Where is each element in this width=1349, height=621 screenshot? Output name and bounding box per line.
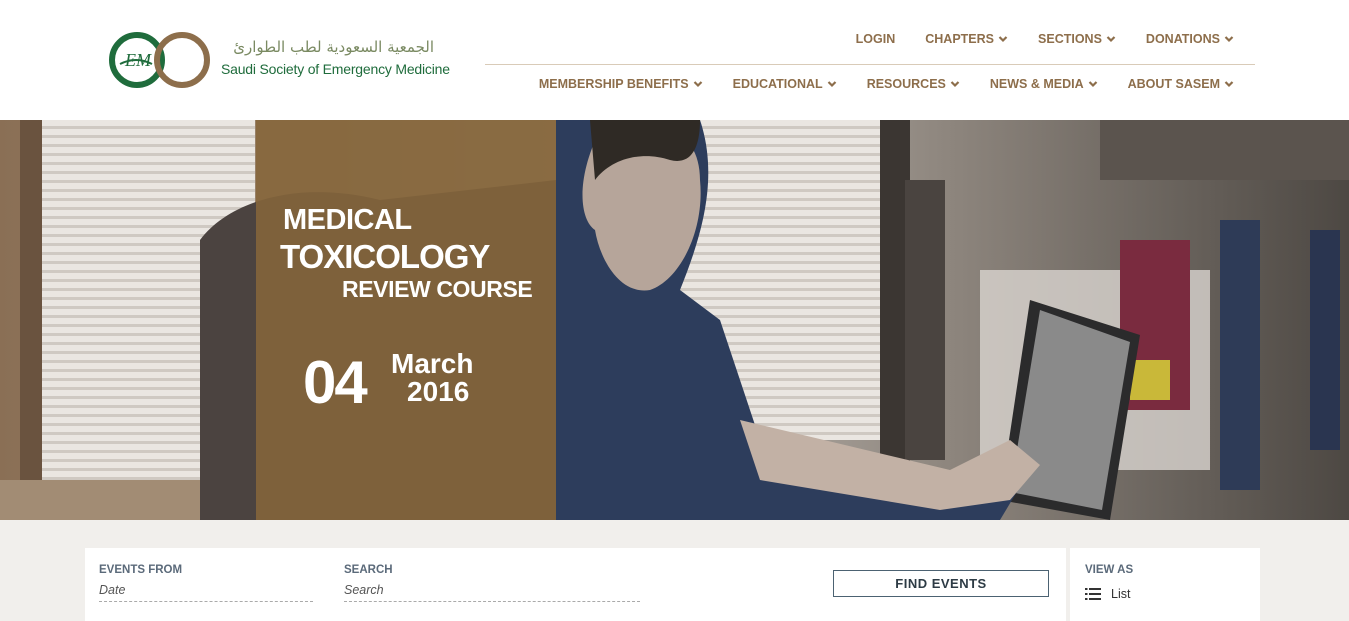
nav-resources[interactable]: RESOURCES (837, 77, 960, 91)
nav-login-label: LOGIN (855, 32, 896, 46)
logo-mark-text: EM (124, 50, 152, 70)
nav-sections-label: SECTIONS (1038, 32, 1102, 46)
nav-sections[interactable]: SECTIONS (1008, 32, 1116, 46)
nav-about-sasem[interactable]: ABOUT SASEM (1098, 77, 1234, 91)
nav-membership-benefits[interactable]: MEMBERSHIP BENEFITS (509, 77, 703, 91)
nav-login[interactable]: LOGIN (826, 32, 896, 46)
nav-news-media[interactable]: NEWS & MEDIA (960, 77, 1098, 91)
events-from-label: EVENTS FROM (99, 564, 183, 576)
chevron-down-icon (1106, 36, 1116, 43)
nav-educational[interactable]: EDUCATIONAL (703, 77, 837, 91)
view-as-list-toggle[interactable]: List (1085, 587, 1130, 601)
logo-english-text: Saudi Society of Emergency Medicine (221, 61, 450, 77)
hero-banner[interactable] (0, 120, 1349, 520)
nav-news-media-label: NEWS & MEDIA (989, 77, 1084, 91)
chevron-down-icon (998, 36, 1008, 43)
nav-educational-label: EDUCATIONAL (732, 77, 823, 91)
hero-title-line3: REVIEW COURSE (342, 276, 533, 302)
nav-membership-benefits-label: MEMBERSHIP BENEFITS (538, 77, 689, 91)
nav-chapters-label: CHAPTERS (925, 32, 995, 46)
hero-event-panel (256, 120, 556, 520)
view-as-value: List (1111, 587, 1131, 601)
chevron-down-icon (693, 81, 702, 88)
top-navigation: LOGIN CHAPTERS SECTIONS DONATIONS (826, 32, 1234, 46)
nav-resources-label: RESOURCES (866, 77, 946, 91)
find-events-button[interactable]: FIND EVENTS (833, 570, 1049, 597)
list-icon (1085, 588, 1101, 600)
logo-mark-icon: EM (109, 32, 210, 88)
view-as-label: VIEW AS (1085, 564, 1134, 576)
hero-event-day: 04 (303, 349, 368, 416)
events-from-date-input[interactable] (99, 583, 313, 602)
nav-donations[interactable]: DONATIONS (1116, 32, 1234, 46)
chevron-down-icon (1224, 81, 1234, 88)
logo-arabic-text: الجمعية السعودية لطب الطوارئ (233, 38, 434, 56)
hero-event-year: 2016 (407, 376, 470, 407)
hero-title-line1: MEDICAL (283, 204, 412, 236)
hero-photo (0, 120, 1349, 520)
chevron-down-icon (950, 81, 960, 88)
view-as-panel (1070, 548, 1260, 621)
search-label: SEARCH (344, 564, 393, 576)
search-input[interactable] (344, 583, 640, 602)
site-header: EM الجمعية السعودية لطب الطوارئ Saudi So… (0, 0, 1349, 120)
nav-divider (485, 64, 1255, 65)
site-logo[interactable]: EM الجمعية السعودية لطب الطوارئ Saudi So… (108, 28, 450, 92)
nav-donations-label: DONATIONS (1145, 32, 1220, 46)
chevron-down-icon (1224, 36, 1234, 43)
chevron-down-icon (1088, 81, 1097, 88)
hero-title-line2: TOXICOLOGY (280, 238, 490, 275)
nav-chapters[interactable]: CHAPTERS (895, 32, 1008, 46)
chevron-down-icon (827, 81, 836, 88)
nav-about-sasem-label: ABOUT SASEM (1127, 77, 1220, 91)
main-navigation: MEMBERSHIP BENEFITS EDUCATIONAL RESOURCE… (509, 77, 1234, 91)
